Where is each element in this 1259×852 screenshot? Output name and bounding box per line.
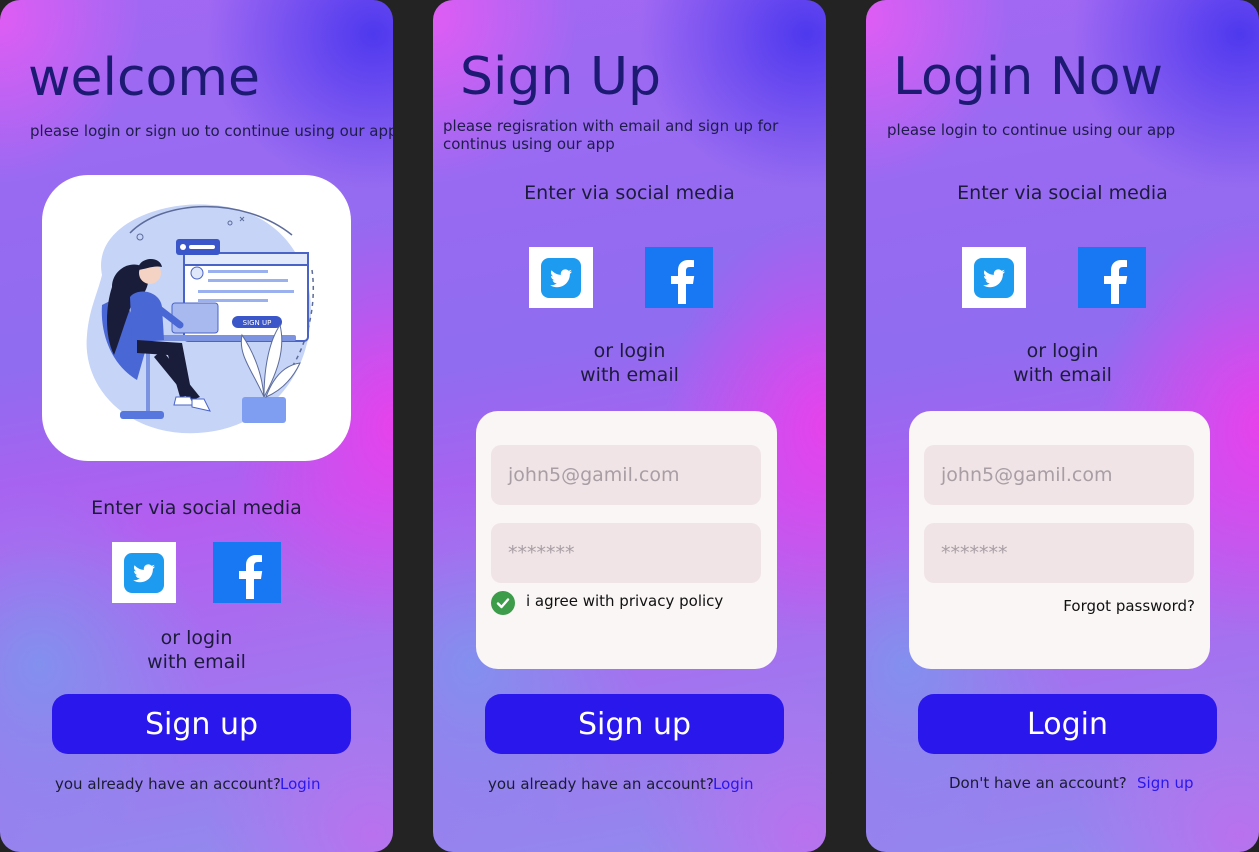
login-screen: Login Now please login to continue using… — [866, 0, 1259, 852]
facebook-icon — [671, 259, 695, 304]
signup-illustration: SIGN UP — [86, 204, 315, 434]
sign-up-button[interactable]: Sign up — [485, 694, 784, 754]
or-login-with-email-text: or login with email — [147, 627, 246, 673]
sign-up-button[interactable]: Sign up — [52, 694, 351, 754]
have-account-text: you already have an account? — [55, 775, 281, 793]
twitter-login-button[interactable] — [112, 542, 176, 603]
no-account-text: Don't have an account? — [949, 774, 1127, 792]
login-button[interactable]: Login — [918, 694, 1217, 754]
facebook-login-button[interactable] — [645, 247, 713, 308]
privacy-policy-label: i agree with privacy policy — [526, 592, 724, 610]
password-field[interactable]: ******* — [924, 523, 1194, 583]
twitter-icon — [124, 552, 164, 593]
or-login-with-email-text: or login with email — [580, 340, 679, 386]
forgot-password-link[interactable]: Forgot password? — [1063, 597, 1195, 615]
check-icon — [496, 598, 510, 609]
have-account-text: you already have an account? — [488, 775, 714, 793]
page-title: welcome — [28, 48, 261, 108]
email-field[interactable]: john5@gamil.com — [491, 445, 761, 505]
social-media-heading: Enter via social media — [524, 182, 735, 204]
login-link[interactable]: Login — [713, 775, 753, 793]
sign-up-link[interactable]: Sign up — [1137, 774, 1194, 792]
signup-screen: Sign Up please regisration with email an… — [433, 0, 826, 852]
facebook-icon — [1104, 259, 1128, 304]
twitter-login-button[interactable] — [529, 247, 593, 308]
twitter-icon — [974, 257, 1014, 298]
page-subtitle: please login or sign uo to continue usin… — [30, 122, 393, 140]
page-subtitle: please login to continue using our app — [887, 121, 1176, 139]
facebook-icon — [239, 554, 263, 599]
illustration-sign-up-label: SIGN UP — [243, 319, 272, 327]
facebook-login-button[interactable] — [213, 542, 281, 603]
page-title: Login Now — [893, 47, 1164, 107]
twitter-icon — [541, 257, 581, 298]
email-field[interactable]: john5@gamil.com — [924, 445, 1194, 505]
page-subtitle: please regisration with email and sign u… — [443, 117, 779, 153]
social-media-heading: Enter via social media — [91, 497, 302, 519]
login-form-card: john5@gamil.com ******* Forgot password? — [909, 411, 1210, 669]
or-login-with-email-text: or login with email — [1013, 340, 1112, 386]
facebook-login-button[interactable] — [1078, 247, 1146, 308]
twitter-login-button[interactable] — [962, 247, 1026, 308]
social-media-heading: Enter via social media — [957, 182, 1168, 204]
login-link[interactable]: Login — [280, 775, 320, 793]
signup-form-card: john5@gamil.com ******* i agree with pri… — [476, 411, 777, 669]
privacy-checkbox[interactable] — [491, 591, 515, 615]
page-title: Sign Up — [460, 47, 662, 107]
password-field[interactable]: ******* — [491, 523, 761, 583]
welcome-screen: welcome please login or sign uo to conti… — [0, 0, 393, 852]
illustration-card: SIGN UP — [42, 175, 351, 461]
